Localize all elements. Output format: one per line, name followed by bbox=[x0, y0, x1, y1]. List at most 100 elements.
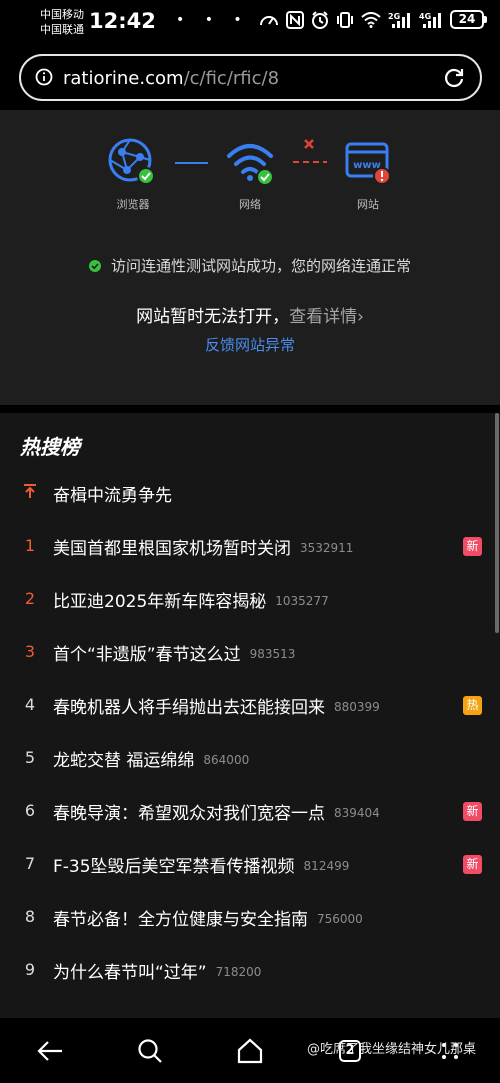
scrollbar[interactable] bbox=[495, 413, 499, 633]
hot-item-text: 美国首都里根国家机场暂时关闭 3532911 bbox=[53, 534, 353, 559]
hot-item-count: 864000 bbox=[203, 753, 250, 767]
info-icon[interactable] bbox=[35, 68, 53, 90]
hot-item-count: 718200 bbox=[215, 965, 262, 979]
carrier-2: 中国联通 bbox=[40, 23, 84, 36]
hot-item-text: 为什么春节叫“过年” 718200 bbox=[53, 958, 261, 983]
carrier-labels: 中国移动 中国联通 bbox=[40, 7, 84, 37]
diag-browser: 浏览器 bbox=[93, 138, 173, 212]
hot-item-title: 春节必备！全方位健康与安全指南 bbox=[53, 910, 308, 930]
hot-item[interactable]: 7 F-35坠毁后美空军禁看传播视频 812499 新 bbox=[0, 844, 490, 884]
hot-item-text: F-35坠毁后美空军禁看传播视频 812499 bbox=[53, 852, 349, 877]
url-path: /c/fic/rfic/8 bbox=[183, 68, 280, 89]
home-icon[interactable] bbox=[234, 1036, 266, 1066]
search-icon[interactable] bbox=[134, 1036, 166, 1066]
hot-item-title: 比亚迪2025年新车阵容揭秘 bbox=[53, 592, 267, 612]
hot-item-title: 春晚机器人将手绢抛出去还能接回来 bbox=[53, 698, 325, 718]
feedback-link[interactable]: 反馈网站异常 bbox=[0, 334, 500, 355]
url-text[interactable]: ratiorine.com/c/fic/rfic/8 bbox=[63, 68, 279, 89]
hot-item-count: 756000 bbox=[317, 912, 363, 926]
hot-item-count: 1035277 bbox=[275, 594, 329, 608]
hot-item-text: 首个“非遗版”春节这么过 983513 bbox=[53, 640, 295, 665]
hot-item-text: 比亚迪2025年新车阵容揭秘 1035277 bbox=[53, 587, 329, 612]
connectivity-message: 访问连通性测试网站成功，您的网络连通正常 bbox=[0, 255, 500, 276]
hot-item-count: 812499 bbox=[303, 859, 350, 873]
hot-item-pinned[interactable]: 奋楫中流勇争先 bbox=[0, 473, 490, 513]
hot-item-rank: 6 bbox=[24, 801, 36, 820]
hot-list-title: 热搜榜 bbox=[20, 435, 80, 459]
new-badge: 新 bbox=[463, 537, 482, 556]
alarm-icon bbox=[311, 10, 329, 29]
hot-item-rank: 5 bbox=[24, 748, 36, 767]
hot-item-count: 880399 bbox=[334, 700, 380, 714]
nfc-icon bbox=[286, 10, 304, 29]
hot-search-panel: 热搜榜 奋楫中流勇争先 1 美国首都里根国家机场暂时关闭 3532911 新 2 … bbox=[0, 413, 500, 1018]
network-label: 网络 bbox=[239, 198, 261, 211]
hot-item-title: 首个“非遗版”春节这么过 bbox=[53, 645, 241, 665]
browser-label: 浏览器 bbox=[116, 198, 150, 211]
diag-network: 网络 bbox=[210, 138, 290, 212]
reload-icon[interactable] bbox=[442, 66, 466, 94]
hot-item[interactable]: 4 春晚机器人将手绢抛出去还能接回来 880399 热 bbox=[0, 685, 490, 725]
hot-item[interactable]: 1 美国首都里根国家机场暂时关闭 3532911 新 bbox=[0, 526, 490, 566]
hot-item[interactable]: 9 为什么春节叫“过年” 718200 bbox=[0, 950, 490, 990]
hot-item-title: F-35坠毁后美空军禁看传播视频 bbox=[53, 857, 295, 877]
hot-item-text: 龙蛇交替 福运绵绵 864000 bbox=[53, 746, 249, 771]
hot-item-title: 美国首都里根国家机场暂时关闭 bbox=[53, 539, 291, 559]
hot-item-count: 983513 bbox=[249, 647, 296, 661]
wifi-icon bbox=[227, 144, 274, 186]
hot-item-rank: 9 bbox=[24, 960, 36, 979]
website-icon: www bbox=[345, 142, 391, 185]
error-main-text: 网站暂时无法打开， bbox=[136, 307, 290, 327]
hot-item-count: 3532911 bbox=[300, 541, 354, 555]
hot-item[interactable]: 6 春晚导演：希望观众对我们宽容一点 839404 新 bbox=[0, 791, 490, 831]
website-label: 网站 bbox=[357, 198, 379, 211]
clock: 12:42 bbox=[89, 9, 156, 33]
hot-item-rank: 1 bbox=[24, 536, 36, 555]
hot-item-rank: 7 bbox=[24, 854, 36, 873]
back-icon[interactable] bbox=[34, 1036, 66, 1066]
hot-item-text: 春晚导演：希望观众对我们宽容一点 839404 bbox=[53, 799, 380, 824]
bottom-nav-bar: 2 @吃席了我坐缘结神女儿那桌 bbox=[0, 1018, 500, 1083]
carrier-1: 中国移动 bbox=[40, 8, 84, 21]
hot-item[interactable]: 8 春节必备！全方位健康与安全指南 756000 bbox=[0, 897, 490, 937]
hot-item-text: 春节必备！全方位健康与安全指南 756000 bbox=[53, 905, 363, 930]
connection-broken-icon bbox=[293, 139, 327, 163]
hot-item-title: 春晚导演：希望观众对我们宽容一点 bbox=[53, 804, 325, 824]
url-domain: ratiorine.com bbox=[63, 68, 184, 89]
hot-item-text: 春晚机器人将手绢抛出去还能接回来 880399 bbox=[53, 693, 380, 718]
svg-text:2G: 2G bbox=[388, 12, 400, 21]
battery-icon: 24 bbox=[450, 10, 487, 29]
hot-item-title: 奋楫中流勇争先 bbox=[53, 486, 172, 506]
hot-item-text: 奋楫中流勇争先 bbox=[53, 481, 172, 506]
hot-item-rank: 2 bbox=[24, 589, 36, 608]
signal-4g-icon: 4G bbox=[419, 11, 443, 29]
check-icon bbox=[88, 260, 101, 272]
hot-item-rank: 8 bbox=[24, 907, 36, 926]
connection-line-ok bbox=[175, 162, 208, 164]
hot-badge: 热 bbox=[463, 696, 482, 715]
hot-item[interactable]: 5 龙蛇交替 福运绵绵 864000 bbox=[0, 738, 490, 778]
hot-item-rank: 3 bbox=[24, 642, 36, 661]
weibo-watermark: @吃席了我坐缘结神女儿那桌 bbox=[307, 1042, 477, 1057]
notification-dots: • • • bbox=[176, 12, 250, 28]
details-link[interactable]: 查看详情› bbox=[289, 307, 364, 327]
pinned-top-icon bbox=[22, 483, 38, 503]
chevron-right-icon: › bbox=[357, 307, 364, 327]
error-panel: 浏览器 网络 www 网站 访问连通性测试网站成功，您的网络连通正常 网站暂时无… bbox=[0, 110, 500, 405]
hot-item-title: 为什么春节叫“过年” bbox=[53, 963, 207, 983]
new-badge: 新 bbox=[463, 855, 482, 874]
diag-website: www 网站 bbox=[328, 138, 408, 212]
wifi-status-icon bbox=[361, 11, 381, 28]
hot-item-count: 839404 bbox=[334, 806, 380, 820]
vibrate-icon bbox=[336, 11, 354, 29]
connectivity-text: 访问连通性测试网站成功，您的网络连通正常 bbox=[110, 257, 411, 275]
hot-item-rank: 4 bbox=[24, 695, 36, 714]
error-message: 网站暂时无法打开，查看详情› bbox=[0, 302, 500, 327]
status-bar: 中国移动 中国联通 12:42 • • • 2G 4G 24 bbox=[0, 0, 500, 44]
details-link-label: 查看详情 bbox=[289, 307, 358, 327]
address-bar[interactable]: ratiorine.com/c/fic/rfic/8 bbox=[19, 54, 482, 101]
hot-item[interactable]: 2 比亚迪2025年新车阵容揭秘 1035277 bbox=[0, 579, 490, 619]
hot-item[interactable]: 3 首个“非遗版”春节这么过 983513 bbox=[0, 632, 490, 672]
speedometer-icon bbox=[259, 11, 279, 29]
signal-2g-icon: 2G bbox=[388, 11, 412, 29]
